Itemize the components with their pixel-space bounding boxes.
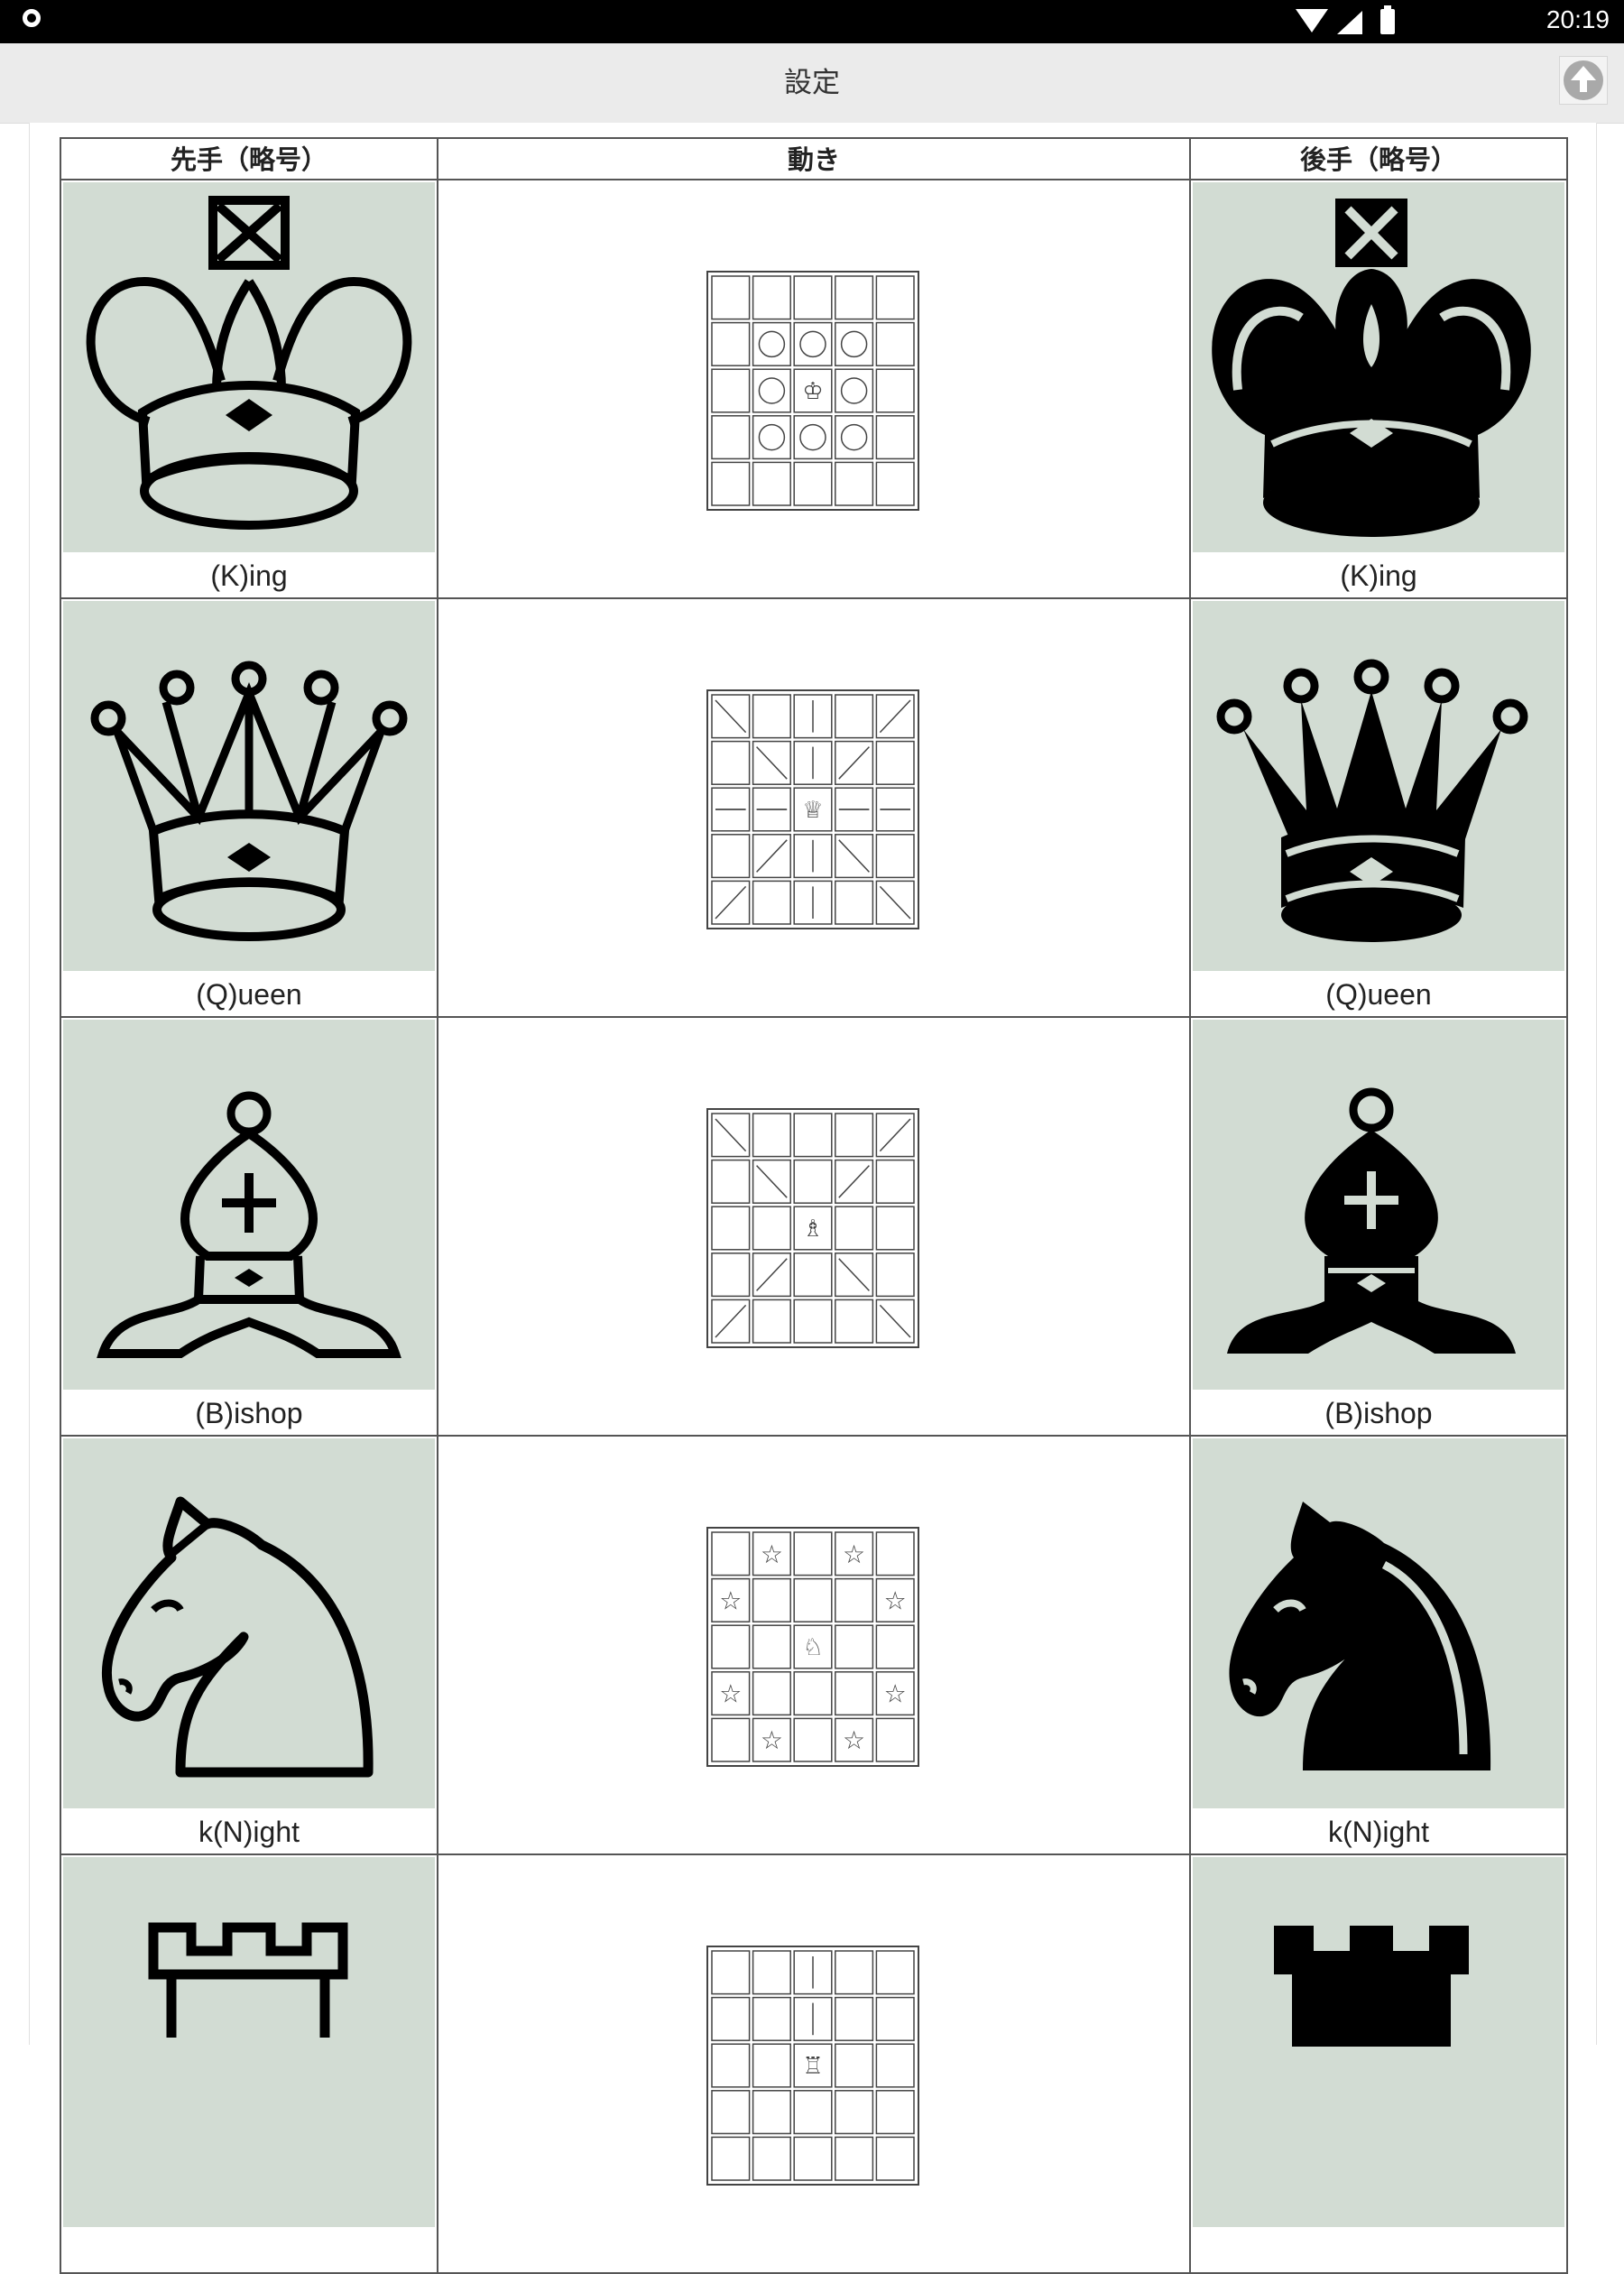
gote-rook-cell [1189, 1853, 1568, 2274]
piece-glyph: ♔ [802, 378, 823, 405]
move-mark-star: ☆ [884, 1585, 907, 1615]
sente-king-cell: (K)ing [60, 179, 438, 599]
move-mark-star: ☆ [719, 1679, 742, 1709]
sente-king-icon [63, 182, 435, 552]
knight-move-cell: ☆ ☆ ☆ ☆ ☆ ☆ ☆ ☆ ♘ [437, 1435, 1191, 1855]
move-mark-star: ☆ [843, 1725, 865, 1755]
piece-glyph: ♕ [802, 797, 823, 824]
gote-rook-icon [1193, 1857, 1564, 2227]
queen-move-grid: ♕ [706, 689, 919, 929]
status-icons [1290, 5, 1416, 36]
sente-bishop-cell: (B)ishop [60, 1016, 438, 1437]
gote-king-cell: (K)ing [1189, 179, 1568, 599]
content-area[interactable]: 先手（略号） 動き 後手（略号） (K)ing ♔ (K)ing (Q)ueen… [29, 123, 1597, 2274]
sente-bishop-icon [63, 1020, 435, 1390]
title-bar: 設定 [0, 43, 1624, 124]
move-mark-star: ☆ [761, 1725, 783, 1755]
sente-knight-cell: k(N)ight [60, 1435, 438, 1855]
sente-knight-icon [63, 1438, 435, 1808]
header-move: 動き [437, 137, 1191, 180]
gote-queen-cell: (Q)ueen [1189, 597, 1568, 1018]
rook-move-grid: ♖ [706, 1946, 919, 2186]
sente-rook-icon [63, 1857, 435, 2227]
table-row: (K)ing ♔ (K)ing [60, 179, 1568, 599]
gote-bishop-label: (B)ishop [1324, 1397, 1433, 1429]
header-sente: 先手（略号） [60, 137, 438, 180]
sente-king-label: (K)ing [210, 559, 288, 592]
table-row: ♖ [60, 1853, 1568, 2274]
move-mark-star: ☆ [884, 1679, 907, 1709]
gote-queen-icon [1193, 601, 1564, 971]
piece-glyph: ♖ [802, 2053, 823, 2080]
sente-queen-cell: (Q)ueen [60, 597, 438, 1018]
sente-rook-cell [60, 1853, 438, 2274]
king-move-cell: ♔ [437, 179, 1191, 599]
gote-king-icon [1193, 182, 1564, 552]
sente-queen-label: (Q)ueen [196, 978, 302, 1011]
move-mark-star: ☆ [719, 1585, 742, 1615]
move-mark-star: ☆ [843, 1539, 865, 1569]
gote-bishop-icon [1193, 1020, 1564, 1390]
table-header-row: 先手（略号） 動き 後手（略号） [60, 137, 1568, 180]
table-row: (Q)ueen ♕ (Q)ueen [60, 597, 1568, 1018]
bishop-move-grid: ♗ [706, 1108, 919, 1348]
notification-icon [23, 9, 41, 27]
signal-icon [1337, 11, 1362, 34]
page-title: 設定 [784, 67, 840, 99]
sente-bishop-label: (B)ishop [195, 1397, 303, 1429]
gote-knight-label: k(N)ight [1327, 1816, 1429, 1848]
piece-glyph: ♗ [802, 1216, 823, 1243]
status-bar: 20:19 [0, 0, 1624, 43]
arrow-up-icon [1571, 66, 1596, 80]
gote-rook-label [1191, 2229, 1566, 2272]
scroll-top-button[interactable] [1559, 56, 1608, 105]
wifi-icon [1296, 9, 1328, 32]
gote-bishop-cell: (B)ishop [1189, 1016, 1568, 1437]
header-gote: 後手（略号） [1189, 137, 1568, 180]
gote-queen-label: (Q)ueen [1325, 978, 1432, 1011]
status-time: 20:19 [1546, 5, 1610, 33]
knight-move-grid: ☆ ☆ ☆ ☆ ☆ ☆ ☆ ☆ ♘ [706, 1527, 919, 1767]
battery-icon [1380, 5, 1395, 34]
table-row: k(N)ight ☆ ☆ ☆ ☆ ☆ ☆ ☆ ☆ ♘ k(N)ight [60, 1435, 1568, 1855]
queen-move-cell: ♕ [437, 597, 1191, 1018]
bishop-move-cell: ♗ [437, 1016, 1191, 1437]
move-mark-star: ☆ [761, 1539, 783, 1569]
rook-move-cell: ♖ [437, 1853, 1191, 2274]
piece-glyph: ♘ [802, 1634, 823, 1661]
arrow-up-stem [1580, 79, 1587, 92]
piece-table: 先手（略号） 動き 後手（略号） (K)ing ♔ (K)ing (Q)ueen… [60, 137, 1568, 2274]
sente-rook-label [61, 2229, 437, 2272]
sente-knight-label: k(N)ight [198, 1816, 300, 1848]
table-row: (B)ishop ♗ (B)ishop [60, 1016, 1568, 1437]
gote-king-label: (K)ing [1340, 559, 1417, 592]
gote-knight-cell: k(N)ight [1189, 1435, 1568, 1855]
sente-queen-icon [63, 601, 435, 971]
king-move-grid: ♔ [706, 271, 919, 511]
gote-knight-icon [1193, 1438, 1564, 1808]
